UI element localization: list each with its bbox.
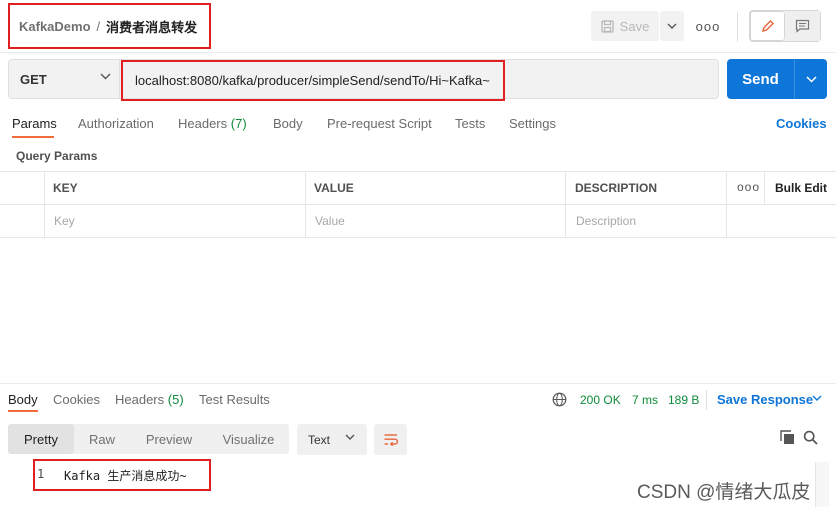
response-size[interactable]: 189 B xyxy=(668,393,699,407)
table-row-divider xyxy=(0,204,836,205)
comments-button[interactable] xyxy=(785,11,820,41)
response-divider xyxy=(0,383,836,384)
column-divider xyxy=(305,172,306,238)
params-table: KEY VALUE DESCRIPTION ooo Bulk Edit Key … xyxy=(0,171,836,238)
save-dropdown-button[interactable] xyxy=(660,11,684,41)
breadcrumb: KafkaDemo / 消费者消息转发 xyxy=(8,3,211,49)
breadcrumb-collection[interactable]: KafkaDemo xyxy=(19,19,91,34)
copy-icon[interactable] xyxy=(780,430,795,445)
more-actions-button[interactable]: ooo xyxy=(696,14,720,38)
response-time[interactable]: 7 ms xyxy=(632,393,658,407)
column-divider xyxy=(565,172,566,238)
response-body-line: Kafka 生产消息成功~ xyxy=(64,469,187,483)
response-tab-body[interactable]: Body xyxy=(8,392,38,407)
column-divider xyxy=(764,172,765,204)
param-description-input[interactable]: Description xyxy=(576,214,636,228)
divider xyxy=(706,390,707,410)
request-name[interactable]: 消费者消息转发 xyxy=(106,17,197,36)
status-code[interactable]: 200 OK xyxy=(580,393,621,407)
method-label: GET xyxy=(20,71,47,87)
url-input[interactable]: localhost:8080/kafka/producer/simpleSend… xyxy=(121,60,505,101)
divider xyxy=(737,12,738,42)
method-select[interactable]: GET xyxy=(8,59,120,99)
pencil-icon xyxy=(761,20,774,33)
format-pretty[interactable]: Pretty xyxy=(8,424,74,454)
response-tab-headers[interactable]: Headers (5) xyxy=(115,392,184,407)
scrollbar[interactable] xyxy=(815,462,829,507)
tab-tests[interactable]: Tests xyxy=(455,116,485,131)
tab-params[interactable]: Params xyxy=(12,116,57,131)
send-button[interactable]: Send xyxy=(727,71,794,88)
wrap-lines-icon xyxy=(384,434,398,446)
format-preview[interactable]: Preview xyxy=(130,424,208,454)
chevron-down-icon[interactable] xyxy=(812,395,822,401)
send-button-group: Send xyxy=(727,59,827,99)
tab-authorization[interactable]: Authorization xyxy=(78,116,154,131)
column-divider xyxy=(44,172,45,238)
column-divider xyxy=(726,172,727,238)
response-tab-headers-label: Headers xyxy=(115,392,165,407)
language-select[interactable]: Text xyxy=(297,424,367,455)
active-response-tab-indicator xyxy=(8,410,38,412)
response-tab-cookies[interactable]: Cookies xyxy=(53,392,100,407)
param-value-input[interactable]: Value xyxy=(315,214,345,228)
save-icon xyxy=(601,19,614,33)
watermark: CSDN @情绪大瓜皮 xyxy=(637,482,811,503)
cookies-link[interactable]: Cookies xyxy=(776,116,827,131)
column-header-description: DESCRIPTION xyxy=(575,181,658,195)
response-tab-headers-count: (5) xyxy=(167,392,184,407)
chevron-down-icon xyxy=(805,75,817,83)
breadcrumb-separator: / xyxy=(96,18,101,34)
send-options-button[interactable] xyxy=(795,75,827,83)
query-params-title: Query Params xyxy=(16,149,98,163)
tab-headers-count: (7) xyxy=(230,116,247,131)
column-options-button[interactable]: ooo xyxy=(737,180,760,194)
chevron-down-icon xyxy=(100,73,111,80)
chevron-down-icon xyxy=(345,434,355,440)
line-number: 1 xyxy=(37,467,45,481)
save-response-button[interactable]: Save Response xyxy=(717,392,813,407)
request-tabs: Params Authorization Headers (7) Body Pr… xyxy=(0,108,836,140)
comment-icon xyxy=(795,19,810,33)
edit-mode-button[interactable] xyxy=(750,11,786,41)
tab-pre-request-script[interactable]: Pre-request Script xyxy=(327,116,432,131)
format-raw[interactable]: Raw xyxy=(74,424,130,454)
tab-headers[interactable]: Headers (7) xyxy=(178,116,247,131)
response-tab-test-results[interactable]: Test Results xyxy=(199,392,270,407)
column-header-key: KEY xyxy=(53,181,78,195)
view-toggle xyxy=(749,10,821,42)
tab-headers-label: Headers xyxy=(178,116,228,131)
search-icon[interactable] xyxy=(803,430,818,445)
tab-settings[interactable]: Settings xyxy=(509,116,556,131)
save-label: Save xyxy=(619,18,650,34)
column-header-value: VALUE xyxy=(314,181,354,195)
header-divider xyxy=(0,52,836,53)
globe-icon[interactable] xyxy=(552,392,567,407)
chevron-down-icon xyxy=(667,23,677,29)
tab-body[interactable]: Body xyxy=(273,116,303,131)
format-visualize[interactable]: Visualize xyxy=(208,424,289,454)
language-label: Text xyxy=(308,432,331,447)
save-button[interactable]: Save xyxy=(591,11,659,41)
param-key-input[interactable]: Key xyxy=(54,214,75,228)
active-tab-indicator xyxy=(12,136,54,138)
wrap-lines-button[interactable] xyxy=(374,424,407,455)
bulk-edit-button[interactable]: Bulk Edit xyxy=(775,181,827,195)
